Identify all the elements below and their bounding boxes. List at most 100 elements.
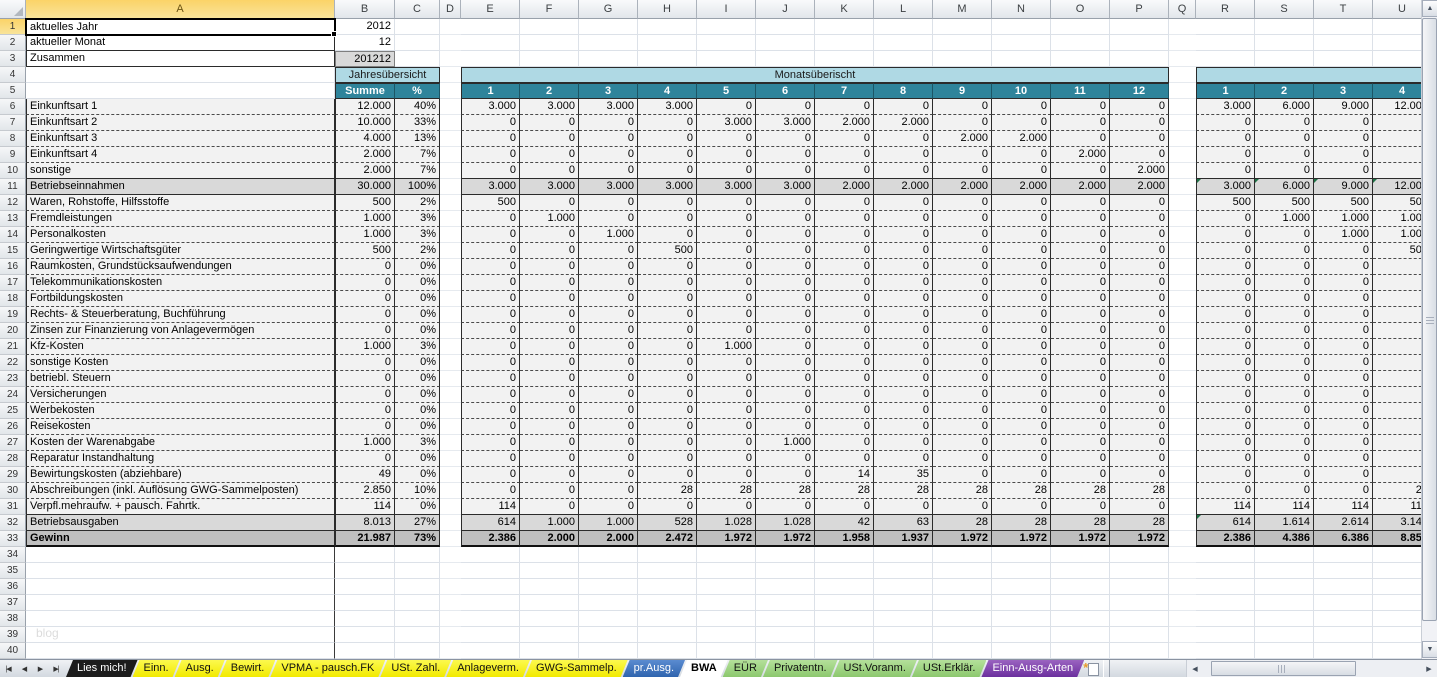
cell-q10[interactable] <box>1169 163 1196 179</box>
cell-j34[interactable] <box>756 547 815 563</box>
cell-n12[interactable]: 0 <box>992 195 1051 211</box>
cell-p12[interactable]: 0 <box>1110 195 1169 211</box>
cell-h2[interactable] <box>638 35 697 51</box>
cell-d27[interactable] <box>440 435 461 451</box>
cell-j24[interactable]: 0 <box>756 387 815 403</box>
cell-m14[interactable]: 0 <box>933 227 992 243</box>
cell-b6[interactable]: 12.000 <box>335 99 395 115</box>
cell-t30[interactable]: 0 <box>1314 483 1373 499</box>
cell-l33[interactable]: 1.937 <box>874 531 933 547</box>
cell-r28[interactable]: 0 <box>1196 451 1255 467</box>
cell-n29[interactable]: 0 <box>992 467 1051 483</box>
cell-r32[interactable]: 614 <box>1196 515 1255 531</box>
cell-k33[interactable]: 1.958 <box>815 531 874 547</box>
cell-j19[interactable]: 0 <box>756 307 815 323</box>
cell-h38[interactable] <box>638 611 697 627</box>
cell-f37[interactable] <box>520 595 579 611</box>
cell-k10[interactable]: 0 <box>815 163 874 179</box>
cell-i12[interactable]: 0 <box>697 195 756 211</box>
cell-p3[interactable] <box>1110 51 1169 67</box>
cell-r25[interactable]: 0 <box>1196 403 1255 419</box>
cell-p23[interactable]: 0 <box>1110 371 1169 387</box>
cell-b9[interactable]: 2.000 <box>335 147 395 163</box>
cell-r2[interactable] <box>1196 35 1255 51</box>
cell-m23[interactable]: 0 <box>933 371 992 387</box>
cell-d11[interactable] <box>440 179 461 195</box>
cell-d14[interactable] <box>440 227 461 243</box>
cell-k8[interactable]: 0 <box>815 131 874 147</box>
row-header-40[interactable]: 40 <box>0 643 26 659</box>
tab-scroll-first-icon[interactable]: |◀ <box>0 660 16 677</box>
cell-p6[interactable]: 0 <box>1110 99 1169 115</box>
cell-d39[interactable] <box>440 627 461 643</box>
cell-b17[interactable]: 0 <box>335 275 395 291</box>
cell-e33[interactable]: 2.386 <box>461 531 520 547</box>
cell-f23[interactable]: 0 <box>520 371 579 387</box>
cell-c2[interactable] <box>395 35 440 51</box>
cell-m34[interactable] <box>933 547 992 563</box>
cell-p7[interactable]: 0 <box>1110 115 1169 131</box>
cell-m38[interactable] <box>933 611 992 627</box>
cell-p21[interactable]: 0 <box>1110 339 1169 355</box>
cell-c11[interactable]: 100% <box>395 179 440 195</box>
cell-k32[interactable]: 42 <box>815 515 874 531</box>
vertical-scrollbar[interactable]: ▲ ▼ <box>1421 0 1437 659</box>
cell-a28[interactable]: Reparatur Instandhaltung <box>26 451 335 467</box>
cell-e32[interactable]: 614 <box>461 515 520 531</box>
cell-u24[interactable]: 0 <box>1373 387 1421 403</box>
cell-q20[interactable] <box>1169 323 1196 339</box>
cell-p25[interactable]: 0 <box>1110 403 1169 419</box>
cell-a8[interactable]: Einkunftsart 3 <box>26 131 335 147</box>
cell-c30[interactable]: 10% <box>395 483 440 499</box>
cell-m37[interactable] <box>933 595 992 611</box>
cell-m30[interactable]: 28 <box>933 483 992 499</box>
scroll-up-icon[interactable]: ▲ <box>1422 0 1437 17</box>
cell-k2[interactable] <box>815 35 874 51</box>
cell-t25[interactable]: 0 <box>1314 403 1373 419</box>
cell-s29[interactable]: 0 <box>1255 467 1314 483</box>
month-col-header-8[interactable]: 8 <box>874 83 933 99</box>
cell-i29[interactable]: 0 <box>697 467 756 483</box>
cell-u39[interactable] <box>1373 627 1421 643</box>
cell-h8[interactable]: 0 <box>638 131 697 147</box>
cell-p35[interactable] <box>1110 563 1169 579</box>
cell-n38[interactable] <box>992 611 1051 627</box>
cell-e21[interactable]: 0 <box>461 339 520 355</box>
cell-l37[interactable] <box>874 595 933 611</box>
cell-o24[interactable]: 0 <box>1051 387 1110 403</box>
cell-o39[interactable] <box>1051 627 1110 643</box>
cell-k28[interactable]: 0 <box>815 451 874 467</box>
cell-q31[interactable] <box>1169 499 1196 515</box>
cell-o16[interactable]: 0 <box>1051 259 1110 275</box>
cell-n15[interactable]: 0 <box>992 243 1051 259</box>
cell-j1[interactable] <box>756 19 815 35</box>
scroll-down-icon[interactable]: ▼ <box>1422 641 1437 658</box>
cell-u16[interactable]: 0 <box>1373 259 1421 275</box>
cell-g13[interactable]: 0 <box>579 211 638 227</box>
cell-b14[interactable]: 1.000 <box>335 227 395 243</box>
column-header-r[interactable]: R <box>1196 0 1255 19</box>
cell-s6[interactable]: 6.000 <box>1255 99 1314 115</box>
cell-l21[interactable]: 0 <box>874 339 933 355</box>
cell-b11[interactable]: 30.000 <box>335 179 395 195</box>
cell-p10[interactable]: 2.000 <box>1110 163 1169 179</box>
cell-d20[interactable] <box>440 323 461 339</box>
cell-u34[interactable] <box>1373 547 1421 563</box>
cell-r37[interactable] <box>1196 595 1255 611</box>
cell-a25[interactable]: Werbekosten <box>26 403 335 419</box>
cell-k6[interactable]: 0 <box>815 99 874 115</box>
cell-j31[interactable]: 0 <box>756 499 815 515</box>
cell-n37[interactable] <box>992 595 1051 611</box>
cell-j37[interactable] <box>756 595 815 611</box>
cell-f36[interactable] <box>520 579 579 595</box>
cell-t12[interactable]: 500 <box>1314 195 1373 211</box>
cell-a30[interactable]: Abschreibungen (inkl. Auflösung GWG-Samm… <box>26 483 335 499</box>
cell-t33[interactable]: 6.386 <box>1314 531 1373 547</box>
cell-g21[interactable]: 0 <box>579 339 638 355</box>
cell-i8[interactable]: 0 <box>697 131 756 147</box>
sheet-tab-einn-ausg-arten[interactable]: Einn-Ausg-Arten <box>981 660 1084 677</box>
row-header-6[interactable]: 6 <box>0 99 26 115</box>
cell-c28[interactable]: 0% <box>395 451 440 467</box>
cell-d21[interactable] <box>440 339 461 355</box>
column-header-s[interactable]: S <box>1255 0 1314 19</box>
